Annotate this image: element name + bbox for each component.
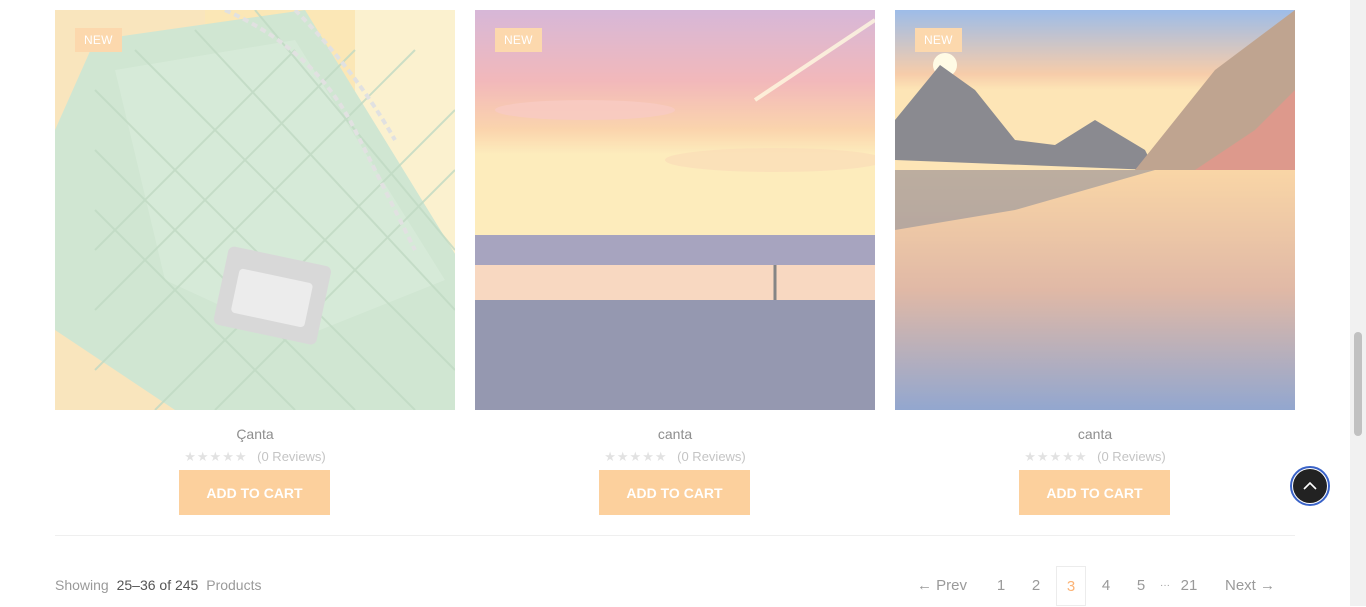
page-scrollbar[interactable] bbox=[1350, 0, 1366, 606]
new-badge: NEW bbox=[75, 28, 122, 52]
add-to-cart-button[interactable]: ADD TO CART bbox=[1019, 470, 1170, 515]
product-image-green-quilted-bag[interactable]: NEW bbox=[55, 10, 455, 410]
chevron-up-icon bbox=[1303, 481, 1317, 490]
product-image-sunset-sea[interactable]: NEW bbox=[475, 10, 875, 410]
product-card: NEW Çanta ★★★★★ (0 Reviews) ADD TO CART bbox=[55, 10, 455, 515]
product-rating: ★★★★★ (0 Reviews) bbox=[475, 449, 875, 465]
product-grid: NEW Çanta ★★★★★ (0 Reviews) ADD TO CART bbox=[55, 10, 1295, 515]
new-badge: NEW bbox=[495, 28, 542, 52]
results-suffix: Products bbox=[206, 577, 262, 593]
page-link-4[interactable]: 4 bbox=[1091, 566, 1121, 606]
review-count[interactable]: (0 Reviews) bbox=[677, 449, 746, 464]
scrollbar-thumb[interactable] bbox=[1354, 332, 1362, 436]
page-link-21[interactable]: 21 bbox=[1174, 566, 1204, 606]
new-badge: NEW bbox=[915, 28, 962, 52]
product-title[interactable]: Çanta bbox=[55, 426, 455, 442]
page-link-1[interactable]: 1 bbox=[986, 566, 1016, 606]
add-to-cart-button[interactable]: ADD TO CART bbox=[599, 470, 750, 515]
add-to-cart-button[interactable]: ADD TO CART bbox=[179, 470, 330, 515]
review-count[interactable]: (0 Reviews) bbox=[1097, 449, 1166, 464]
results-range: 25–36 of 245 bbox=[116, 577, 199, 593]
product-title[interactable]: canta bbox=[475, 426, 875, 442]
divider bbox=[55, 535, 1295, 536]
product-card: NEW canta ★★★★★ (0 Reviews) ADD TO CART bbox=[475, 10, 875, 515]
star-icon: ★★★★★ bbox=[184, 449, 248, 464]
results-count: Showing 25–36 of 245 Products bbox=[55, 577, 261, 593]
page-link-3-current[interactable]: 3 bbox=[1056, 566, 1086, 606]
prev-page-link[interactable]: ← Prev bbox=[914, 566, 970, 606]
star-icon: ★★★★★ bbox=[604, 449, 668, 464]
pagination-ellipsis: ··· bbox=[1160, 580, 1170, 591]
product-title[interactable]: canta bbox=[895, 426, 1295, 442]
scroll-to-top-button[interactable] bbox=[1290, 466, 1330, 506]
product-rating: ★★★★★ (0 Reviews) bbox=[895, 449, 1295, 465]
page-link-5[interactable]: 5 bbox=[1126, 566, 1156, 606]
product-rating: ★★★★★ (0 Reviews) bbox=[55, 449, 455, 465]
product-card: NEW canta ★★★★★ (0 Reviews) ADD TO CART bbox=[895, 10, 1295, 515]
results-prefix: Showing bbox=[55, 577, 109, 593]
product-image-mountain-lake-sunset[interactable]: NEW bbox=[895, 10, 1295, 410]
page-link-2[interactable]: 2 bbox=[1021, 566, 1051, 606]
star-icon: ★★★★★ bbox=[1024, 449, 1088, 464]
next-page-link[interactable]: Next → bbox=[1220, 566, 1280, 606]
review-count[interactable]: (0 Reviews) bbox=[257, 449, 326, 464]
